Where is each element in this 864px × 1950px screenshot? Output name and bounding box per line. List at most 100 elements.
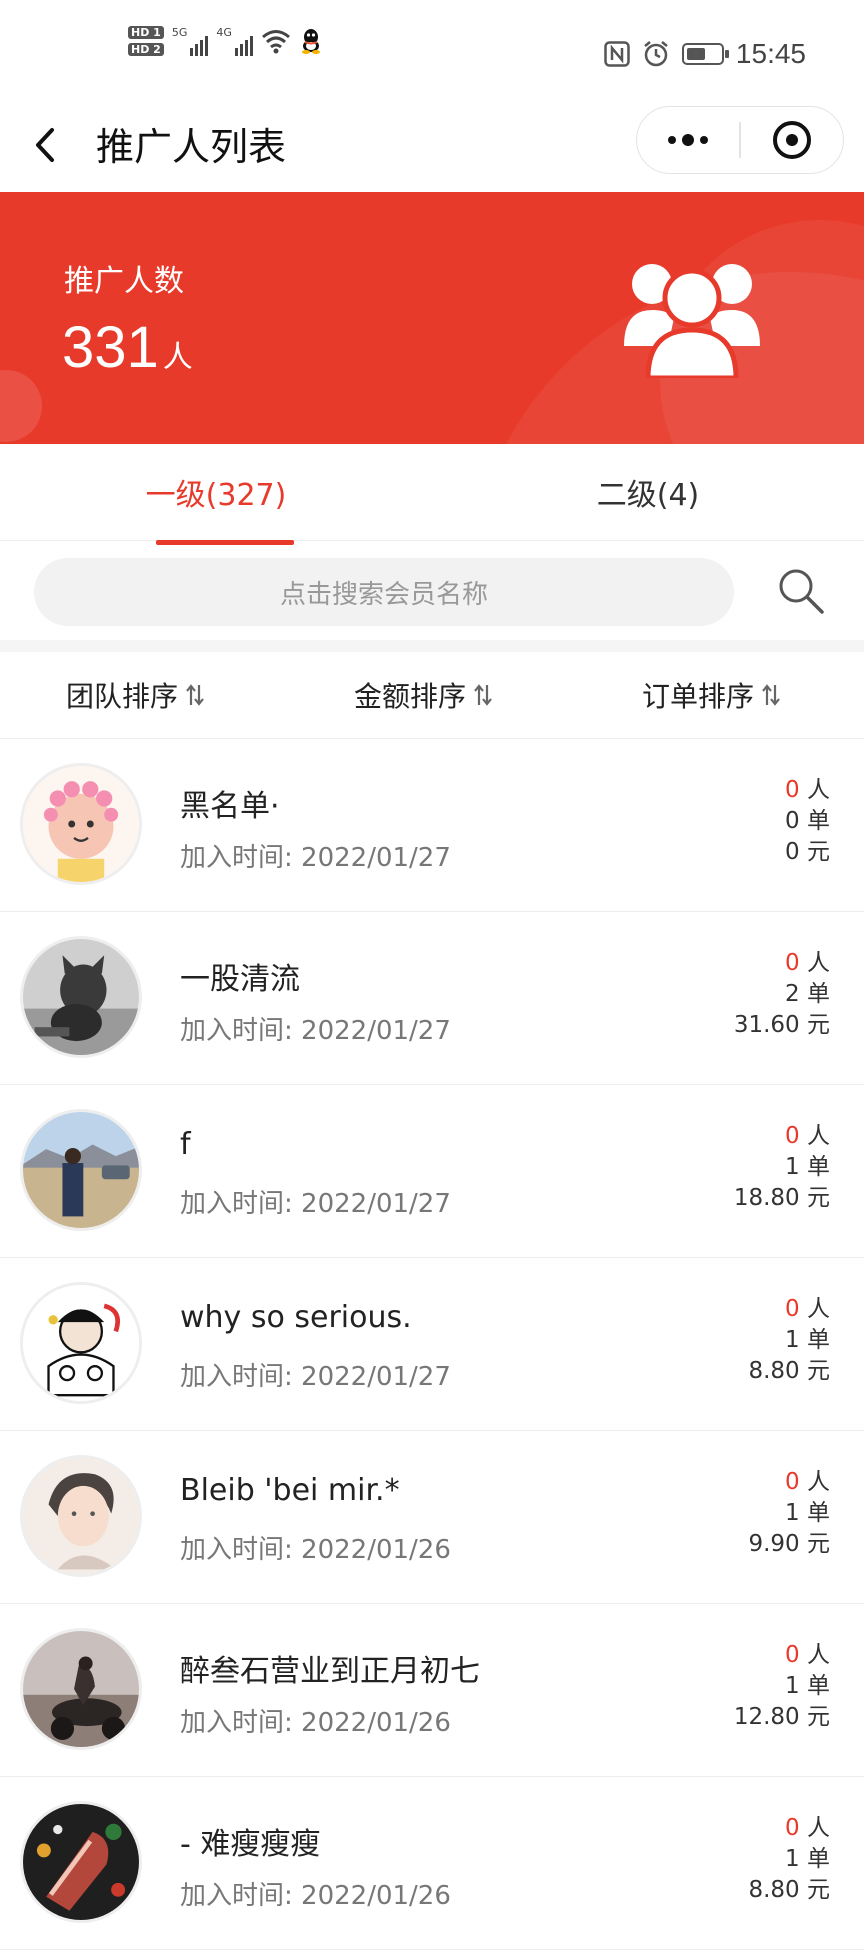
promoter-count-label: 推广人数 <box>64 264 184 299</box>
users-group-icon <box>624 264 760 378</box>
member-amount: 0 元 <box>785 839 830 865</box>
avatar <box>20 1282 142 1404</box>
member-people-unit: 人 <box>807 1469 830 1495</box>
member-row[interactable]: 一股清流 加入时间: 2022/01/27 0 人 2 单 31.60 元 <box>0 912 864 1085</box>
promoter-summary-banner: 推广人数 331 人 <box>0 192 864 444</box>
status-bar: HD 1 HD 2 5G 4G 15:45 <box>0 0 864 100</box>
battery-fill <box>686 48 705 60</box>
sort-icon <box>186 684 204 706</box>
sort-by-orders-button[interactable]: 订单排序 <box>642 652 780 738</box>
sort-by-orders-label: 订单排序 <box>642 680 755 713</box>
status-right: 15:45 <box>604 38 806 70</box>
sim-indicators: HD 1 HD 2 <box>128 26 164 56</box>
member-join-date: 加入时间: 2022/01/26 <box>180 1535 451 1565</box>
promoter-count-number: 331 <box>62 315 159 380</box>
member-stats: 0 人 2 单 31.60 元 <box>734 948 830 1041</box>
section-divider <box>0 640 864 652</box>
sort-by-team-label: 团队排序 <box>66 680 179 713</box>
target-close-icon <box>772 121 811 159</box>
sort-by-team-button[interactable]: 团队排序 <box>66 652 204 738</box>
member-amount: 8.80 元 <box>748 1877 830 1903</box>
sort-by-amount-label: 金额排序 <box>354 680 467 713</box>
member-name: why so serious. <box>180 1300 412 1335</box>
member-order-count: 1 单 <box>785 1673 830 1699</box>
signal-icon: 4G <box>216 26 253 56</box>
member-people-count: 0 <box>785 1296 800 1322</box>
member-join-date: 加入时间: 2022/01/27 <box>180 1016 451 1046</box>
member-stats: 0 人 1 单 9.90 元 <box>748 1467 830 1560</box>
member-stats: 0 人 0 单 0 元 <box>785 775 830 868</box>
wifi-icon <box>261 30 290 54</box>
level-tabs: 一级(327) 二级(4) <box>0 444 864 545</box>
member-join-date: 加入时间: 2022/01/26 <box>180 1708 451 1738</box>
status-left: HD 1 HD 2 5G 4G <box>128 26 323 56</box>
member-join-date: 加入时间: 2022/01/27 <box>180 1362 451 1392</box>
member-order-count: 2 单 <box>785 981 830 1007</box>
banner-decoration <box>0 370 42 442</box>
avatar <box>20 1109 142 1231</box>
avatar <box>20 936 142 1058</box>
member-join-date: 加入时间: 2022/01/27 <box>180 1189 451 1219</box>
member-people-unit: 人 <box>807 950 830 976</box>
qq-icon <box>301 29 320 54</box>
member-name: 黑名单· <box>180 789 280 824</box>
member-name: - 难瘦瘦瘦 <box>180 1827 321 1862</box>
member-name: 一股清流 <box>180 962 300 997</box>
member-row[interactable]: f 加入时间: 2022/01/27 0 人 1 单 18.80 元 <box>0 1085 864 1258</box>
avatar <box>20 1801 142 1923</box>
sort-icon <box>762 684 780 706</box>
member-order-count: 1 单 <box>785 1327 830 1353</box>
member-people-count: 0 <box>785 1642 800 1668</box>
search-icon[interactable] <box>776 566 826 616</box>
member-join-date: 加入时间: 2022/01/26 <box>180 1881 451 1911</box>
hd2-badge: HD 2 <box>128 43 164 56</box>
alarm-icon <box>644 41 668 67</box>
member-list: 黑名单· 加入时间: 2022/01/27 0 人 0 单 0 元 一股清流 加… <box>0 739 864 1950</box>
member-stats: 0 人 1 单 8.80 元 <box>748 1813 830 1906</box>
avatar <box>20 1455 142 1577</box>
search-input[interactable]: 点击搜索会员名称 <box>34 558 734 626</box>
sort-icon <box>474 684 492 706</box>
member-amount: 9.90 元 <box>748 1531 830 1557</box>
member-stats: 0 人 1 单 8.80 元 <box>748 1294 830 1387</box>
member-people-unit: 人 <box>807 1642 830 1668</box>
member-row[interactable]: - 难瘦瘦瘦 加入时间: 2022/01/26 0 人 1 单 8.80 元 <box>0 1777 864 1950</box>
member-row[interactable]: why so serious. 加入时间: 2022/01/27 0 人 1 单… <box>0 1258 864 1431</box>
tab-level-one[interactable]: 一级(327) <box>0 444 432 540</box>
member-row[interactable]: Bleib 'bei mir.* 加入时间: 2022/01/26 0 人 1 … <box>0 1431 864 1604</box>
search-placeholder: 点击搜索会员名称 <box>279 579 488 610</box>
member-name: Bleib 'bei mir.* <box>180 1473 400 1508</box>
member-stats: 0 人 1 单 18.80 元 <box>734 1121 830 1214</box>
close-button[interactable] <box>741 107 843 173</box>
nfc-icon <box>604 41 630 67</box>
more-button[interactable] <box>637 107 739 173</box>
member-amount: 18.80 元 <box>733 1185 830 1211</box>
member-row[interactable]: 醉叁石营业到正月初七 加入时间: 2022/01/26 0 人 1 单 12.8… <box>0 1604 864 1777</box>
member-people-unit: 人 <box>807 1123 830 1149</box>
member-name: f <box>180 1127 191 1162</box>
network-5g-label: 5G <box>171 26 188 39</box>
member-amount: 12.80 元 <box>733 1704 830 1730</box>
sort-by-amount-button[interactable]: 金额排序 <box>354 652 492 738</box>
member-order-count: 1 单 <box>785 1846 830 1872</box>
member-people-count: 0 <box>785 777 800 803</box>
member-row[interactable]: 黑名单· 加入时间: 2022/01/27 0 人 0 单 0 元 <box>0 739 864 912</box>
avatar <box>20 1628 142 1750</box>
member-order-count: 1 单 <box>785 1154 830 1180</box>
battery-icon <box>681 43 729 65</box>
promoter-count-unit: 人 <box>162 340 193 375</box>
chevron-left-icon[interactable] <box>28 120 68 170</box>
network-4g-label: 4G <box>216 26 232 39</box>
hd1-badge: HD 1 <box>128 26 164 39</box>
member-stats: 0 人 1 单 12.80 元 <box>734 1640 830 1733</box>
tab-level-two[interactable]: 二级(4) <box>432 444 864 540</box>
member-amount: 8.80 元 <box>748 1358 830 1384</box>
member-people-unit: 人 <box>807 1296 830 1322</box>
mini-program-capsule <box>636 106 844 174</box>
member-order-count: 1 单 <box>785 1500 830 1526</box>
page-title: 推广人列表 <box>96 125 287 169</box>
member-people-count: 0 <box>785 1815 800 1841</box>
member-people-count: 0 <box>785 950 800 976</box>
member-people-unit: 人 <box>807 1815 830 1841</box>
member-order-count: 0 单 <box>785 808 830 834</box>
